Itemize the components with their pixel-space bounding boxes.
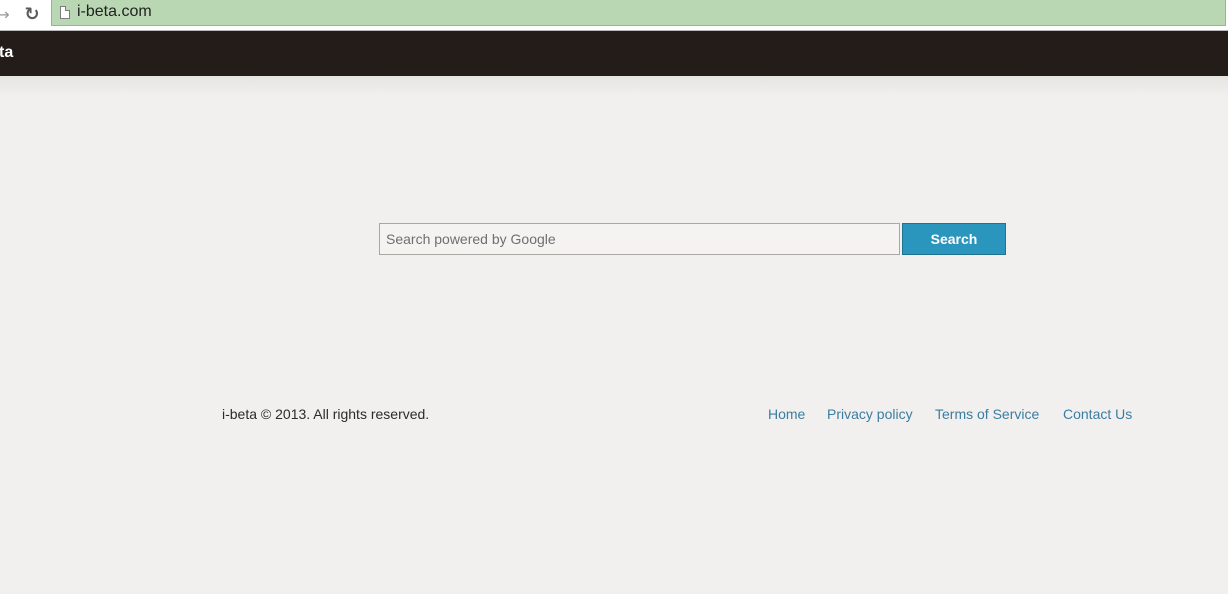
forward-arrow-icon[interactable]: → bbox=[0, 4, 12, 24]
header-shadow bbox=[0, 76, 1228, 96]
footer-link-home[interactable]: Home bbox=[768, 406, 805, 422]
address-bar[interactable]: i-beta.com bbox=[51, 0, 1226, 26]
footer-link-contact-us[interactable]: Contact Us bbox=[1063, 406, 1132, 422]
footer-link-privacy-policy[interactable]: Privacy policy bbox=[827, 406, 913, 422]
site-logo-text[interactable]: ta bbox=[0, 44, 13, 62]
reload-icon[interactable]: ↻ bbox=[22, 4, 42, 25]
page-icon bbox=[60, 6, 70, 19]
url-text[interactable]: i-beta.com bbox=[77, 3, 152, 21]
browser-toolbar: → ↻ i-beta.com bbox=[0, 0, 1228, 31]
search-input[interactable] bbox=[379, 223, 900, 255]
search-button[interactable]: Search bbox=[902, 223, 1006, 255]
site-header: ta bbox=[0, 31, 1228, 76]
footer-link-terms-of-service[interactable]: Terms of Service bbox=[935, 406, 1039, 422]
footer-links: Home Privacy policy Terms of Service Con… bbox=[0, 406, 1228, 426]
